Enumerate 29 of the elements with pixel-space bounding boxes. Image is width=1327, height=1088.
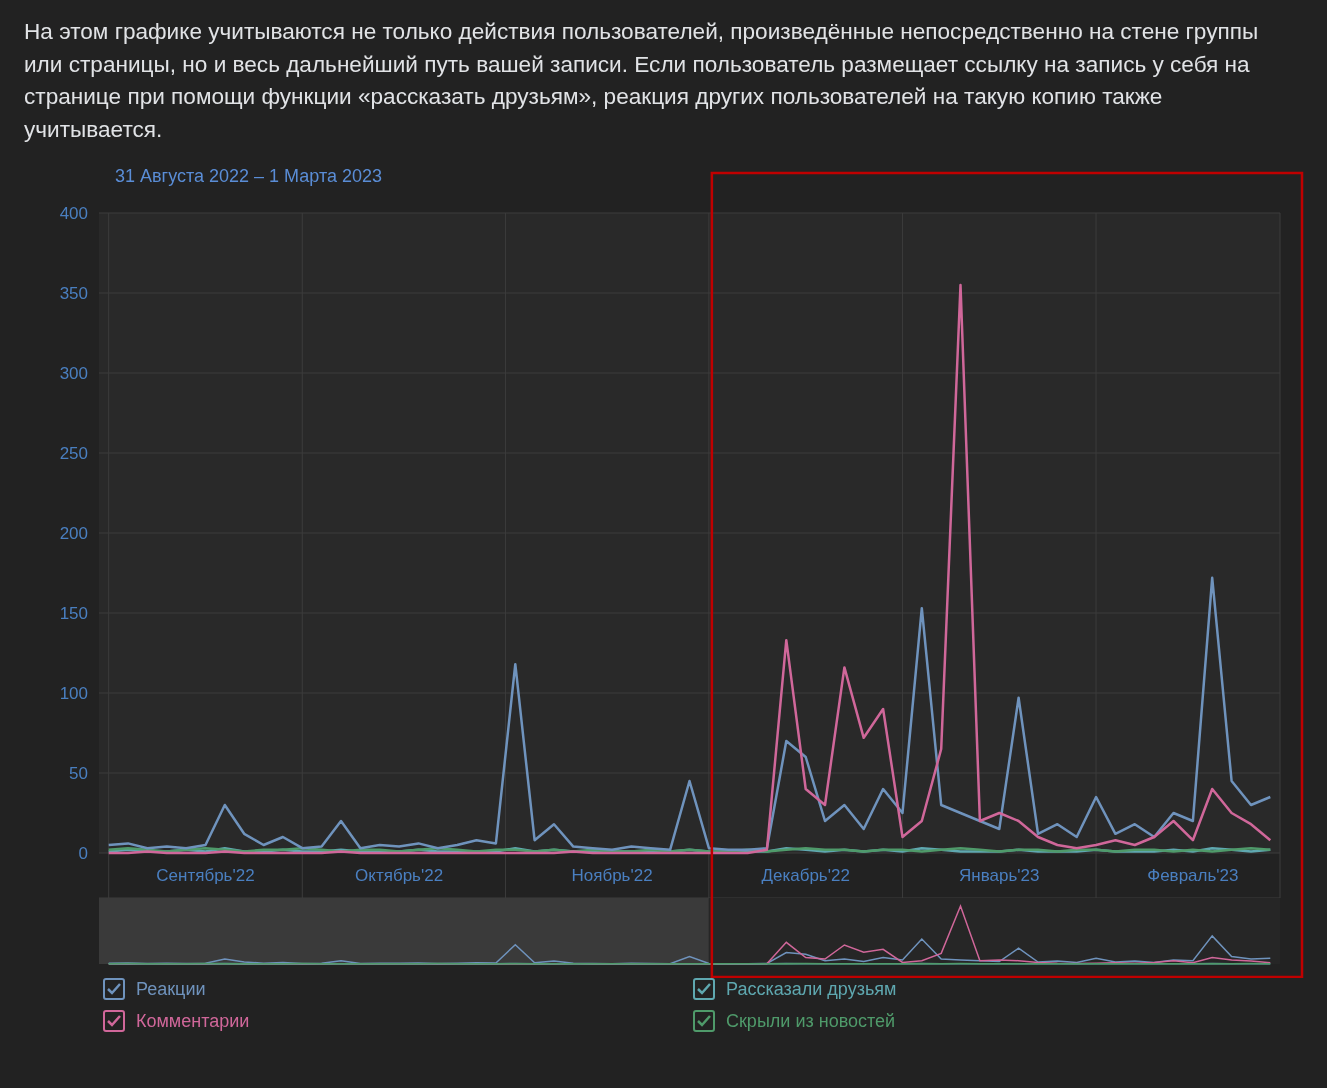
y-axis-label: 150 [59, 604, 88, 624]
check-icon [106, 1014, 122, 1029]
check-icon [696, 982, 712, 997]
date-range: 31 Августа 2022 – 1 Марта 2023 [115, 166, 382, 187]
legend-checkbox[interactable] [693, 1010, 715, 1033]
legend-label: Реакции [136, 978, 206, 1000]
check-icon [696, 1014, 712, 1029]
legend-label: Скрыли из новостей [726, 1010, 896, 1032]
y-axis-label: 300 [59, 364, 88, 384]
y-axis-label: 350 [59, 284, 88, 304]
x-axis-label: Октябрь'22 [355, 866, 444, 886]
y-axis-label: 250 [59, 444, 88, 464]
y-axis-label: 100 [59, 684, 88, 704]
x-axis-label: Январь'23 [959, 866, 1040, 886]
y-axis-label: 200 [59, 524, 88, 544]
x-axis-label: Декабрь'22 [761, 866, 850, 886]
legend-label: Комментарии [136, 1010, 250, 1032]
legend-checkbox[interactable] [103, 978, 125, 1001]
legend-checkbox[interactable] [103, 1010, 125, 1033]
check-icon [106, 982, 122, 997]
y-axis-label: 50 [69, 764, 88, 784]
y-axis-label: 0 [78, 844, 88, 864]
description-paragraph: На этом графике учитываются не только действия пользователей, произведённые непосредственно на стене группы или страницы, но и весь дальнейший путь вашей записи. Если пользователь размещает ссылку на запись у себя на странице при помощи функции «рассказать друзьям», реакция других пользователей на такую копию также учитывается. [24, 18, 1260, 144]
legend-label: Рассказали друзьям [726, 978, 897, 1000]
y-axis-label: 400 [59, 204, 88, 224]
x-axis-label: Ноябрь'22 [571, 866, 653, 886]
x-axis-label: Сентябрь'22 [156, 866, 255, 886]
x-axis-label: Февраль'23 [1147, 866, 1239, 886]
legend-checkbox[interactable] [693, 978, 715, 1001]
